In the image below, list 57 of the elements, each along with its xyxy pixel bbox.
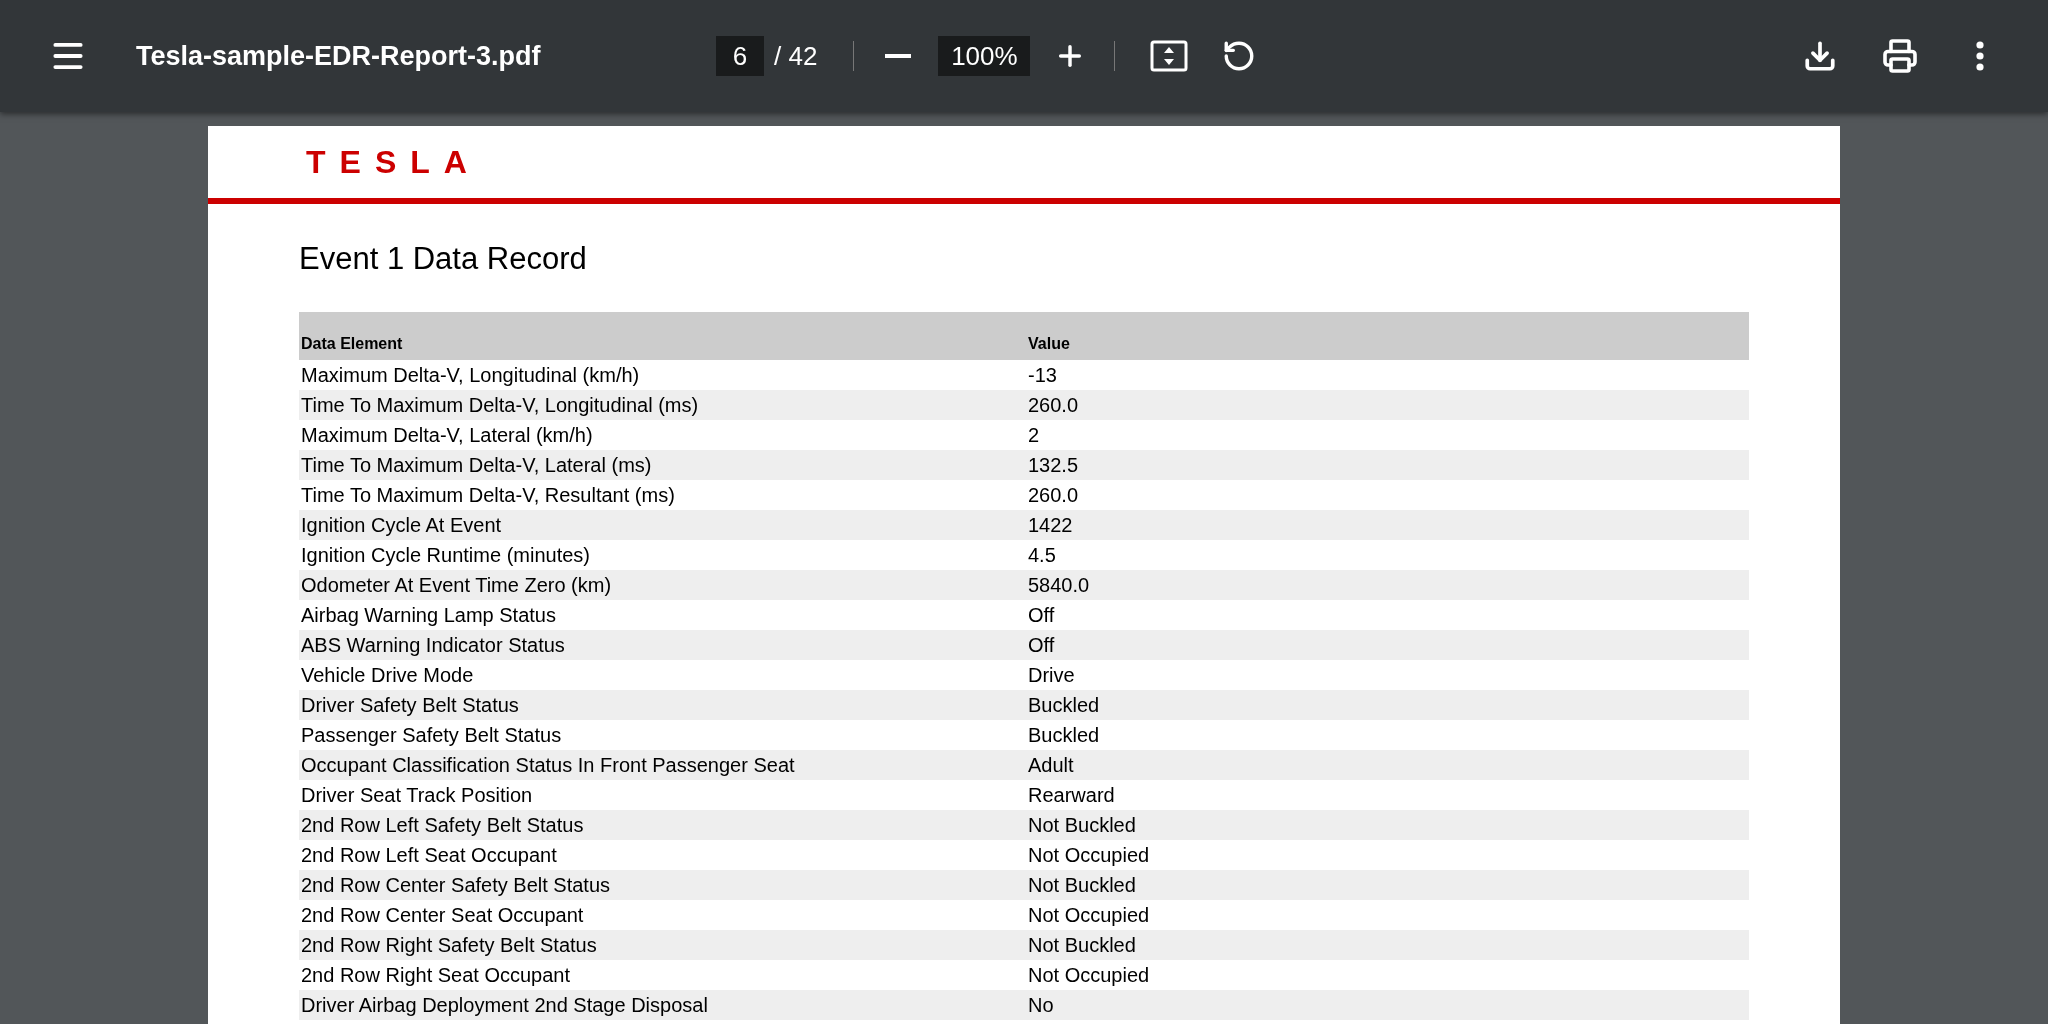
- table-cell-text: ABS Warning Indicator Status: [300, 633, 566, 658]
- table-cell-text: Rearward: [1027, 783, 1116, 808]
- table-cell-text: Time To Maximum Delta-V, Lateral (ms): [300, 453, 653, 478]
- table-cell-text: Time To Maximum Delta-V, Longitudinal (ms): [300, 393, 700, 418]
- table-cell-text: Not Buckled: [1027, 933, 1137, 958]
- table-cell-text: 260.0: [1027, 393, 1080, 418]
- table-cell-text: Not Buckled: [1027, 873, 1137, 898]
- table-cell-text: Buckled: [1027, 723, 1101, 748]
- section-heading: Event 1 Data Record: [299, 239, 587, 278]
- table-cell-text: 5840.0: [1027, 573, 1091, 598]
- table-cell-text: Ignition Cycle Runtime (minutes): [300, 543, 591, 568]
- table-cell-text: Passenger Safety Belt Status: [300, 723, 563, 748]
- table-cell-text: Off: [1027, 603, 1056, 628]
- table-cell-text: Odometer At Event Time Zero (km): [300, 573, 613, 598]
- table-cell-text: 2nd Row Center Safety Belt Status: [300, 873, 612, 898]
- fit-page-icon: [1150, 40, 1189, 72]
- table-cell-text: 2nd Row Right Safety Belt Status: [300, 933, 598, 958]
- table-cell-text: Ignition Cycle At Event: [300, 513, 503, 538]
- table-cell-text: -13: [1027, 363, 1058, 388]
- zoom-field[interactable]: 100%: [938, 36, 1031, 76]
- column-header: Data Element: [300, 334, 404, 354]
- more-icon: [1976, 41, 1984, 71]
- table-cell-text: Not Occupied: [1027, 963, 1151, 988]
- table-cell-text: Vehicle Drive Mode: [300, 663, 475, 688]
- table-cell-text: 1422: [1027, 513, 1074, 538]
- minus-icon: [885, 54, 912, 58]
- table-cell-text: Adult: [1027, 753, 1075, 778]
- table-cell-text: 2nd Row Center Seat Occupant: [300, 903, 585, 928]
- table-cell-text: 2nd Row Left Seat Occupant: [300, 843, 558, 868]
- page-count: / 42: [774, 39, 818, 73]
- table-cell-text: 132.5: [1027, 453, 1080, 478]
- table-cell-text: 2nd Row Right Seat Occupant: [300, 963, 572, 988]
- table-cell-text: Not Occupied: [1027, 843, 1151, 868]
- download-icon: [1803, 39, 1837, 73]
- table-cell-text: 4.5: [1027, 543, 1057, 568]
- document-title: Tesla-sample-EDR-Report-3.pdf: [136, 39, 542, 73]
- table-cell-text: Not Occupied: [1027, 903, 1151, 928]
- table-cell-text: 2nd Row Left Safety Belt Status: [300, 813, 585, 838]
- table-cell-text: No: [1027, 993, 1055, 1018]
- table-cell-text: Drive: [1027, 663, 1076, 688]
- column-header: Value: [1027, 334, 1071, 354]
- table-cell-text: Driver Airbag Deployment 2nd Stage Disposal: [300, 993, 709, 1018]
- table-cell-text: Off: [1027, 633, 1056, 658]
- table-cell-text: Buckled: [1027, 693, 1101, 718]
- table-cell-text: Maximum Delta-V, Longitudinal (km/h): [300, 363, 641, 388]
- table-cell-text: Occupant Classification Status In Front Passenger Seat: [300, 753, 796, 778]
- table-cell-text: Not Buckled: [1027, 813, 1137, 838]
- table-cell-text: 260.0: [1027, 483, 1080, 508]
- table-cell-text: Driver Seat Track Position: [300, 783, 534, 808]
- printer-icon: [1882, 38, 1918, 74]
- table-cell-text: Driver Safety Belt Status: [300, 693, 520, 718]
- table-cell-text: Maximum Delta-V, Lateral (km/h): [300, 423, 594, 448]
- page-number-field[interactable]: 6: [716, 36, 764, 76]
- table-cell-text: Airbag Warning Lamp Status: [300, 603, 557, 628]
- table-cell-text: Time To Maximum Delta-V, Resultant (ms): [300, 483, 676, 508]
- logo: TESLA: [306, 143, 481, 182]
- table-cell-text: 2: [1027, 423, 1041, 448]
